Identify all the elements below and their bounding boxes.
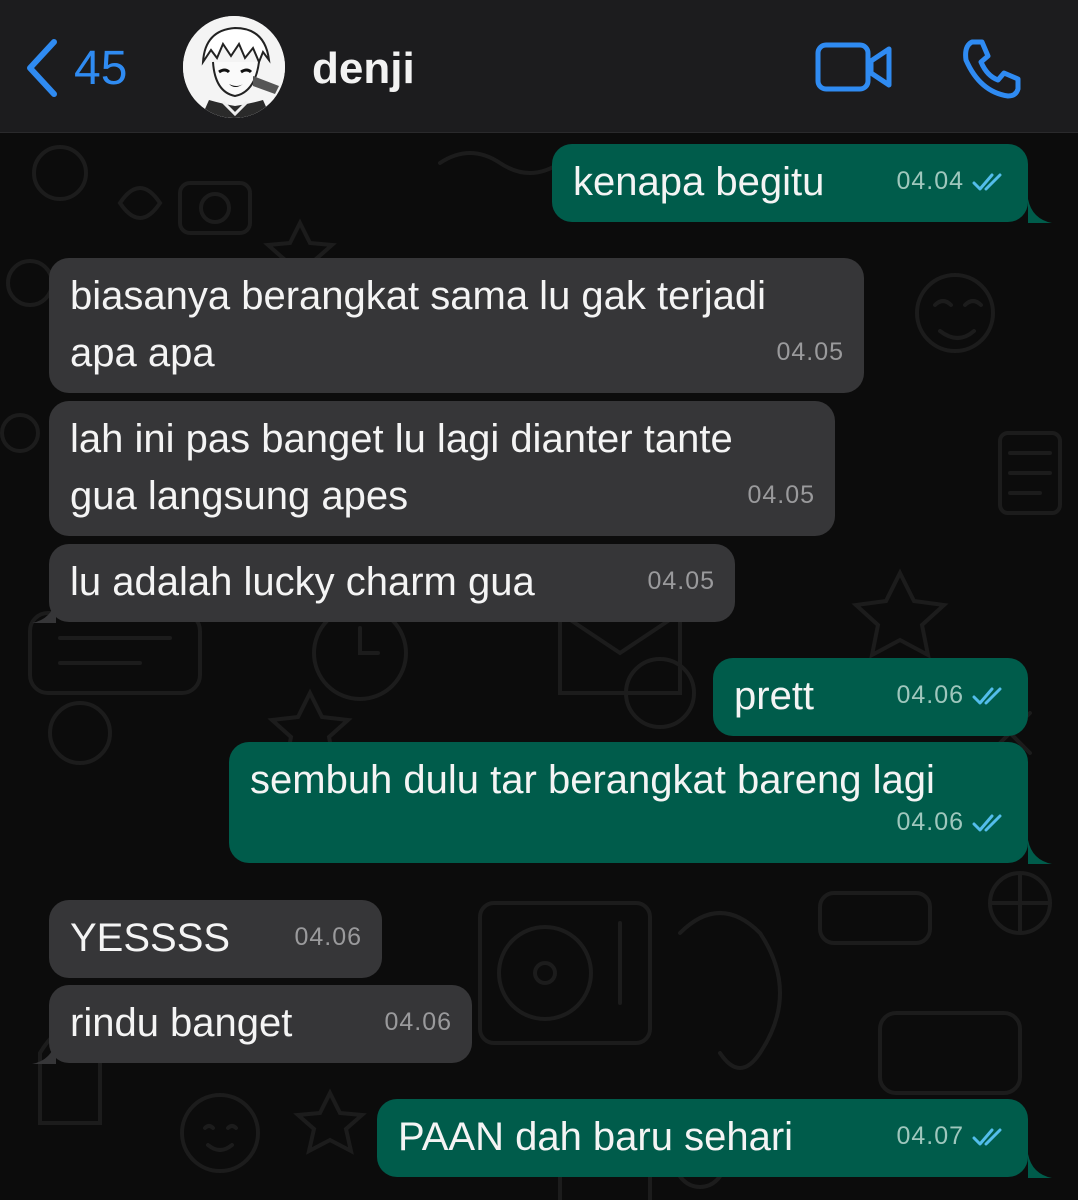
message-bubble-incoming[interactable]: YESSSS 04.06 [49,900,382,978]
chat-header: 45 denji [0,0,1078,133]
message-time: 04.05 [747,481,815,509]
voice-call-button[interactable] [960,38,1022,100]
message-time: 04.07 [896,1122,964,1150]
message-bubble-incoming[interactable]: biasanya berangkat sama lu gak terjadi a… [49,258,864,393]
message-time: 04.04 [896,167,964,195]
bubble-tail [1028,840,1052,864]
message-meta: 04.04 [896,153,1008,210]
message-time: 04.06 [384,1008,452,1036]
avatar-image [183,16,285,118]
message-bubble-outgoing[interactable]: prett 04.06 [713,658,1028,736]
video-camera-icon [815,42,892,92]
double-check-icon [972,173,1002,190]
message-time: 04.05 [776,338,844,366]
chat-area[interactable]: kenapa begitu 04.04 biasanya berangkat s… [0,133,1078,1200]
message-bubble-outgoing[interactable]: kenapa begitu 04.04 [552,144,1052,223]
bubble-tail [32,599,56,623]
message-meta: 04.06 [896,667,1008,724]
message-meta: 04.06 [384,994,452,1051]
bubble-tail [32,1040,56,1064]
message-time: 04.06 [896,808,964,836]
avatar[interactable] [183,16,285,118]
message-meta: 04.06 [294,909,362,966]
double-check-icon [972,814,1002,831]
message-text: sembuh dulu tar berangkat bareng lagi [250,758,935,802]
message-meta: 04.07 [896,1108,1008,1165]
message-bubble-incoming[interactable]: rindu banget 04.06 [32,985,472,1064]
message-text: lah ini pas banget lu lagi dianter tante… [70,417,733,518]
bubble-tail [1028,1154,1052,1178]
double-check-icon [972,1128,1002,1145]
unread-count: 45 [74,41,128,95]
bubble-tail [1028,199,1052,223]
double-check-icon [972,687,1002,704]
video-call-button[interactable] [815,40,893,94]
message-bubble-outgoing[interactable]: PAAN dah baru sehari 04.07 [377,1099,1052,1178]
back-button[interactable]: 45 [22,36,127,100]
message-time: 04.05 [647,567,715,595]
message-time: 04.06 [896,681,964,709]
phone-icon [963,39,1021,99]
message-text: biasanya berangkat sama lu gak terjadi a… [70,274,766,375]
message-meta: 04.05 [747,467,815,524]
message-bubble-outgoing[interactable]: sembuh dulu tar berangkat bareng lagi 04… [229,742,1052,864]
message-meta: 04.05 [647,553,715,610]
message-bubble-incoming[interactable]: lu adalah lucky charm gua 04.05 [32,544,735,623]
chevron-left-icon [27,39,57,97]
contact-name[interactable]: denji [312,44,415,94]
message-time: 04.06 [294,923,362,951]
message-meta: 04.05 [776,324,844,381]
message-bubble-incoming[interactable]: lah ini pas banget lu lagi dianter tante… [49,401,835,536]
message-meta: 04.06 [896,794,1008,851]
message-text: lu adalah lucky charm gua [70,560,535,604]
